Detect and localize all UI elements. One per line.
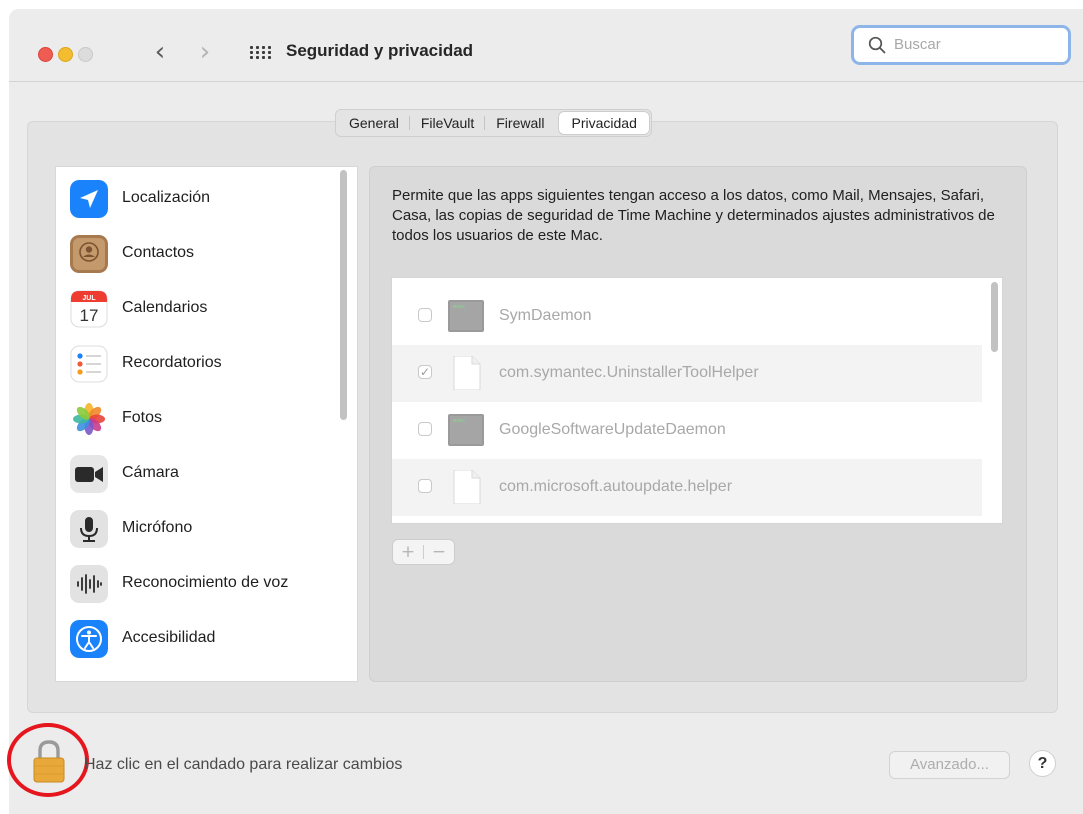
sidebar-item-reconocimiento-de-voz[interactable]: Reconocimiento de voz <box>56 559 336 609</box>
terminal-executable-icon: exec <box>448 300 484 332</box>
generic-file-icon <box>453 356 481 390</box>
tab-filevault[interactable]: FileVault <box>410 112 486 134</box>
app-row[interactable]: exec GoogleSoftwareUpdateDaemon <box>392 402 982 459</box>
advanced-button[interactable]: Avanzado... <box>889 751 1010 779</box>
sidebar-item-label: Reconocimiento de voz <box>122 574 289 591</box>
sidebar-item-microfono[interactable]: Micrófono <box>56 504 336 554</box>
forward-chevron-icon[interactable]: › <box>192 36 218 68</box>
camera-icon <box>70 455 108 493</box>
generic-file-icon <box>453 470 481 504</box>
sidebar-item-label: Accesibilidad <box>122 629 216 646</box>
calendar-icon-month: JUL <box>82 295 96 302</box>
title-bar: ‹ › Seguridad y privacidad <box>9 9 1083 82</box>
close-window-button[interactable] <box>38 47 53 62</box>
sidebar-item-label: Calendarios <box>122 299 208 316</box>
app-row[interactable]: ✓ com.symantec.UninstallerToolHelper <box>392 345 982 402</box>
add-app-button[interactable]: + <box>393 540 423 564</box>
sidebar-item-contactos[interactable]: Contactos <box>56 229 336 279</box>
app-name: com.microsoft.autoupdate.helper <box>499 478 733 495</box>
app-name: SymDaemon <box>499 307 592 324</box>
help-button[interactable]: ? <box>1029 750 1056 777</box>
search-input[interactable] <box>892 35 1056 54</box>
show-all-grid-icon[interactable] <box>249 41 271 63</box>
speech-recognition-icon <box>70 565 108 603</box>
app-name: com.symantec.UninstallerToolHelper <box>499 364 759 381</box>
svg-text:exec: exec <box>453 304 465 310</box>
tab-general[interactable]: General <box>338 112 410 134</box>
reminders-icon <box>70 345 108 383</box>
category-list-scrollbar[interactable] <box>340 170 347 420</box>
sidebar-item-fotos[interactable]: Fotos <box>56 394 336 444</box>
remove-app-button[interactable]: − <box>424 540 454 564</box>
lock-instruction-text: Haz clic en el candado para realizar cam… <box>84 756 403 773</box>
contacts-icon <box>70 235 108 273</box>
location-arrow-icon <box>70 180 108 218</box>
sidebar-item-label: Recordatorios <box>122 354 222 371</box>
calendar-icon: JUL 17 <box>70 290 108 328</box>
photos-icon <box>73 403 105 435</box>
app-row[interactable] <box>392 516 982 523</box>
svg-text:exec: exec <box>453 418 465 424</box>
search-field[interactable] <box>851 25 1071 65</box>
app-checkbox[interactable]: ✓ <box>418 365 432 379</box>
annotation-circle <box>7 723 89 797</box>
app-checkbox[interactable] <box>418 308 432 322</box>
app-row[interactable]: exec SymDaemon <box>392 288 982 345</box>
sidebar-item-recordatorios[interactable]: Recordatorios <box>56 339 336 389</box>
sidebar-item-localizacion[interactable]: Localización <box>56 174 336 224</box>
app-checkbox[interactable] <box>418 422 432 436</box>
sidebar-item-camara[interactable]: Cámara <box>56 449 336 499</box>
accessibility-icon <box>70 620 108 658</box>
search-icon <box>868 36 886 54</box>
sidebar-item-calendarios[interactable]: JUL 17 Calendarios <box>56 284 336 334</box>
app-access-list[interactable]: exec SymDaemon ✓ com.symantec.Uninstalle… <box>391 277 1003 524</box>
sidebar-item-accesibilidad[interactable]: Accesibilidad <box>56 614 336 664</box>
back-chevron-icon[interactable]: ‹ <box>147 36 173 68</box>
tab-privacidad[interactable]: Privacidad <box>559 112 649 134</box>
sidebar-item-label: Fotos <box>122 409 163 426</box>
app-row[interactable]: com.microsoft.autoupdate.helper <box>392 459 982 516</box>
terminal-executable-icon: exec <box>448 414 484 446</box>
tab-firewall[interactable]: Firewall <box>485 112 555 134</box>
add-remove-control: + − <box>392 539 455 565</box>
microphone-icon <box>70 510 108 548</box>
app-checkbox[interactable] <box>418 479 432 493</box>
privacy-description: Permite que las apps siguientes tengan a… <box>392 187 995 244</box>
sidebar-item-label: Micrófono <box>122 519 193 536</box>
calendar-icon-day: 17 <box>80 306 99 325</box>
app-list-scrollbar[interactable] <box>991 282 998 352</box>
sidebar-item-label: Contactos <box>122 244 195 261</box>
privacy-category-list[interactable]: Localización Contactos JUL 17 Calendario… <box>55 166 358 682</box>
window-title: Seguridad y privacidad <box>286 41 474 60</box>
tab-bar: General FileVault Firewall Privacidad <box>335 109 652 137</box>
sidebar-item-label: Cámara <box>122 464 179 481</box>
app-name: GoogleSoftwareUpdateDaemon <box>499 421 726 438</box>
zoom-window-button[interactable] <box>78 47 93 62</box>
minimize-window-button[interactable] <box>58 47 73 62</box>
sidebar-item-label: Localización <box>122 189 211 206</box>
